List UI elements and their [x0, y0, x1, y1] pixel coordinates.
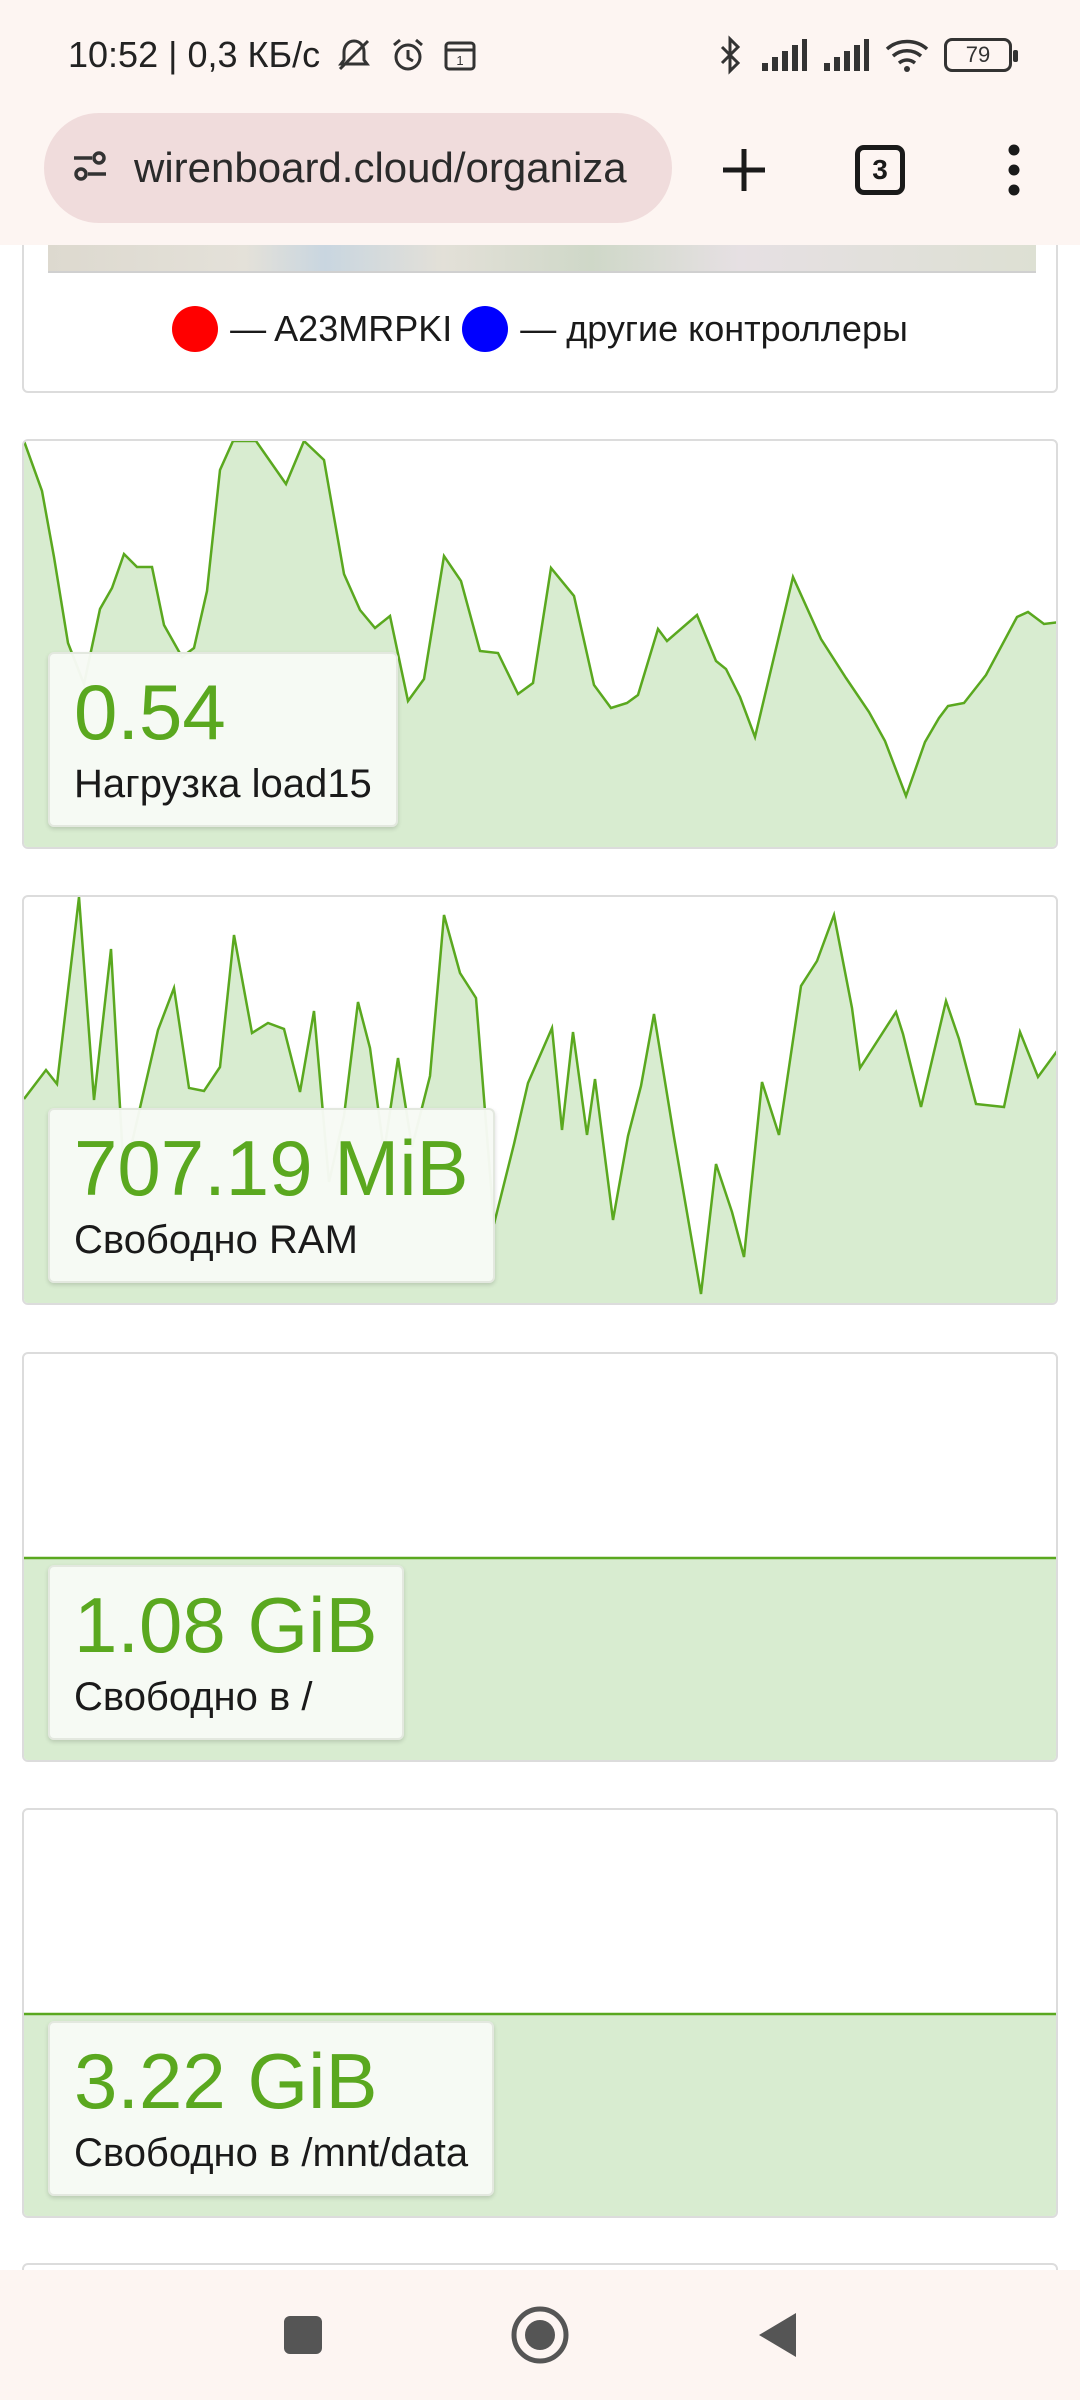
metric-box: 1.08 GiB Свободно в /: [48, 1565, 404, 1740]
metric-label: Свободно в /: [74, 1675, 313, 1719]
recents-button[interactable]: [268, 2300, 338, 2370]
plus-icon: [723, 149, 765, 191]
map-legend: — A23MRPKI — другие контроллеры: [24, 299, 1056, 359]
blue-dot-icon: [462, 306, 509, 352]
status-right: 79: [716, 35, 1018, 75]
legend-item-other: — другие контроллеры: [462, 306, 908, 352]
red-dot-icon: [172, 306, 219, 352]
silent-icon: [334, 35, 374, 75]
metric-card-load[interactable]: 0.54 Нагрузка load15: [22, 439, 1058, 849]
status-time-speed: 10:52 | 0,3 КБ/с: [68, 34, 321, 75]
alarm-icon: [388, 35, 428, 75]
status-bar: 10:52 | 0,3 КБ/с 1 79: [0, 0, 1080, 110]
metric-card-data-disk[interactable]: 3.22 GiB Свободно в /mnt/data: [22, 1808, 1058, 2218]
metric-value: 707.19 MiB: [74, 1124, 469, 1213]
browser-toolbar: wirenboard.cloud/organiza 3: [0, 110, 1080, 245]
metric-value: 3.22 GiB: [74, 2037, 378, 2126]
square-icon: [284, 2316, 322, 2354]
metric-label: Свободно в /mnt/data: [74, 2131, 469, 2175]
tabs-count: 3: [855, 145, 905, 195]
back-button[interactable]: [742, 2300, 812, 2370]
metric-box: 0.54 Нагрузка load15: [48, 652, 398, 827]
battery-icon: 79: [944, 38, 1018, 72]
metric-box: 3.22 GiB Свободно в /mnt/data: [48, 2021, 495, 2196]
calendar-icon: 1: [442, 37, 478, 73]
address-bar[interactable]: wirenboard.cloud/organiza: [44, 113, 672, 223]
metric-box: 707.19 MiB Свободно RAM: [48, 1108, 495, 1283]
signal-icon: [760, 37, 808, 73]
status-left: 10:52 | 0,3 КБ/с 1: [68, 34, 478, 76]
system-nav-bar: [0, 2270, 1080, 2400]
metric-label: Свободно RAM: [74, 1218, 358, 1262]
metric-value: 0.54: [74, 668, 226, 757]
map-card: — A23MRPKI — другие контроллеры: [22, 245, 1058, 393]
next-card-edge: [22, 2263, 1058, 2270]
url-text[interactable]: wirenboard.cloud/organiza: [134, 144, 654, 192]
metric-label: Нагрузка load15: [74, 762, 372, 806]
site-settings-icon[interactable]: [68, 144, 112, 193]
svg-text:1: 1: [456, 53, 463, 68]
back-triangle-icon: [759, 2313, 796, 2357]
metric-value: 1.08 GiB: [74, 1581, 378, 1670]
legend-label: — A23MRPKI: [230, 308, 453, 349]
more-vert-icon: [1008, 144, 1020, 196]
legend-item-current: — A23MRPKI: [172, 306, 452, 352]
metric-card-root-disk[interactable]: 1.08 GiB Свободно в /: [22, 1352, 1058, 1762]
bluetooth-icon: [716, 35, 746, 75]
legend-label: — другие контроллеры: [520, 308, 908, 349]
page-content[interactable]: — A23MRPKI — другие контроллеры 0.54 Наг…: [0, 245, 1080, 2270]
map-image[interactable]: [48, 245, 1036, 273]
menu-button[interactable]: [964, 110, 1064, 230]
signal-icon-2: [822, 37, 870, 73]
home-button[interactable]: [505, 2300, 575, 2370]
wifi-icon: [884, 37, 930, 73]
metric-card-ram[interactable]: 707.19 MiB Свободно RAM: [22, 895, 1058, 1305]
tabs-button[interactable]: 3: [830, 110, 930, 230]
home-circle-icon: [511, 2306, 569, 2364]
new-tab-button[interactable]: [694, 110, 794, 230]
